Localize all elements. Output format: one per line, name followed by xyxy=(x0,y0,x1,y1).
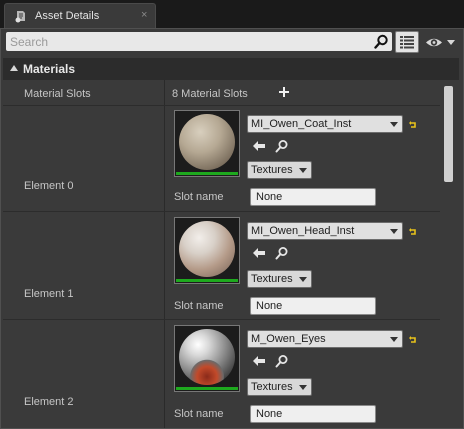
search-input[interactable] xyxy=(10,33,366,50)
material-combo[interactable]: M_Owen_Eyes xyxy=(247,330,403,348)
chevron-down-icon xyxy=(390,229,398,234)
materials-content: Material Slots 8 Material Slots Element … xyxy=(3,80,440,428)
eyes-material-sphere xyxy=(179,329,235,385)
slot-name-value: None xyxy=(256,300,283,312)
row-separator xyxy=(3,319,440,320)
textures-label: Textures xyxy=(251,273,293,285)
collapse-arrow-icon[interactable] xyxy=(10,65,18,71)
visibility-button[interactable] xyxy=(425,34,457,51)
material-name: M_Owen_Eyes xyxy=(251,333,326,345)
view-options-button[interactable] xyxy=(395,31,419,53)
reset-to-default-icon[interactable] xyxy=(408,227,418,237)
browse-asset-icon[interactable] xyxy=(275,139,289,153)
slot-name-field[interactable]: None xyxy=(250,405,376,423)
material-combo[interactable]: MI_Owen_Coat_Inst xyxy=(247,115,403,133)
row-separator xyxy=(3,211,440,212)
material-combo[interactable]: MI_Owen_Head_Inst xyxy=(247,222,403,240)
browse-asset-icon[interactable] xyxy=(275,246,289,260)
slot-name-label: Slot name xyxy=(174,300,224,312)
thumbnail-status-bar xyxy=(176,279,238,282)
material-name: MI_Owen_Head_Inst xyxy=(251,225,355,237)
search-icon[interactable] xyxy=(374,34,389,49)
materials-section-header[interactable]: Materials xyxy=(3,58,459,80)
eye-icon xyxy=(426,38,455,47)
chevron-down-icon xyxy=(299,385,307,390)
slot-name-field[interactable]: None xyxy=(250,188,376,206)
tab-bar: Asset Details × xyxy=(0,0,464,28)
reset-to-default-icon[interactable] xyxy=(408,120,418,130)
grid-view-icon xyxy=(400,36,414,49)
close-icon[interactable]: × xyxy=(141,9,147,21)
section-title: Materials xyxy=(23,62,76,76)
scrollbar-thumb[interactable] xyxy=(444,86,453,182)
vertical-scrollbar[interactable] xyxy=(441,80,457,428)
material-slots-count: 8 Material Slots xyxy=(172,88,248,100)
thumbnail-status-bar xyxy=(176,387,238,390)
coat-material-sphere xyxy=(179,114,235,170)
textures-dropdown[interactable]: Textures xyxy=(247,161,312,179)
head-material-sphere xyxy=(179,221,235,277)
element-label: Element 1 xyxy=(24,288,74,300)
browse-asset-icon[interactable] xyxy=(275,354,289,368)
textures-label: Textures xyxy=(251,164,293,176)
tab-asset-details[interactable]: Asset Details × xyxy=(4,3,156,28)
textures-label: Textures xyxy=(251,381,293,393)
search-row xyxy=(6,31,458,54)
textures-dropdown[interactable]: Textures xyxy=(247,270,312,288)
element-label: Element 0 xyxy=(24,180,74,192)
chevron-down-icon xyxy=(299,168,307,173)
use-selected-asset-icon[interactable] xyxy=(252,139,266,153)
material-slots-label: Material Slots xyxy=(24,88,91,100)
add-material-slot-icon[interactable] xyxy=(279,87,289,97)
slot-name-label: Slot name xyxy=(174,408,224,420)
chevron-down-icon xyxy=(390,337,398,342)
chevron-down-icon xyxy=(390,122,398,127)
tab-title: Asset Details xyxy=(35,10,100,22)
row-separator xyxy=(3,105,440,106)
slot-name-label: Slot name xyxy=(174,191,224,203)
material-name: MI_Owen_Coat_Inst xyxy=(251,118,352,130)
slot-name-value: None xyxy=(256,191,283,203)
thumbnail-status-bar xyxy=(176,172,238,175)
search-box xyxy=(6,32,392,51)
details-panel: Materials Material Slots 8 Material Slot… xyxy=(0,28,464,429)
column-divider[interactable] xyxy=(164,80,165,428)
use-selected-asset-icon[interactable] xyxy=(252,246,266,260)
material-thumbnail[interactable] xyxy=(174,325,240,392)
textures-dropdown[interactable]: Textures xyxy=(247,378,312,396)
reset-to-default-icon[interactable] xyxy=(408,335,418,345)
element-label: Element 2 xyxy=(24,396,74,408)
chevron-down-icon xyxy=(299,277,307,282)
use-selected-asset-icon[interactable] xyxy=(252,354,266,368)
material-thumbnail[interactable] xyxy=(174,217,240,284)
material-thumbnail[interactable] xyxy=(174,110,240,177)
slot-name-field[interactable]: None xyxy=(250,297,376,315)
slot-name-value: None xyxy=(256,408,283,420)
asset-details-icon xyxy=(14,9,28,23)
